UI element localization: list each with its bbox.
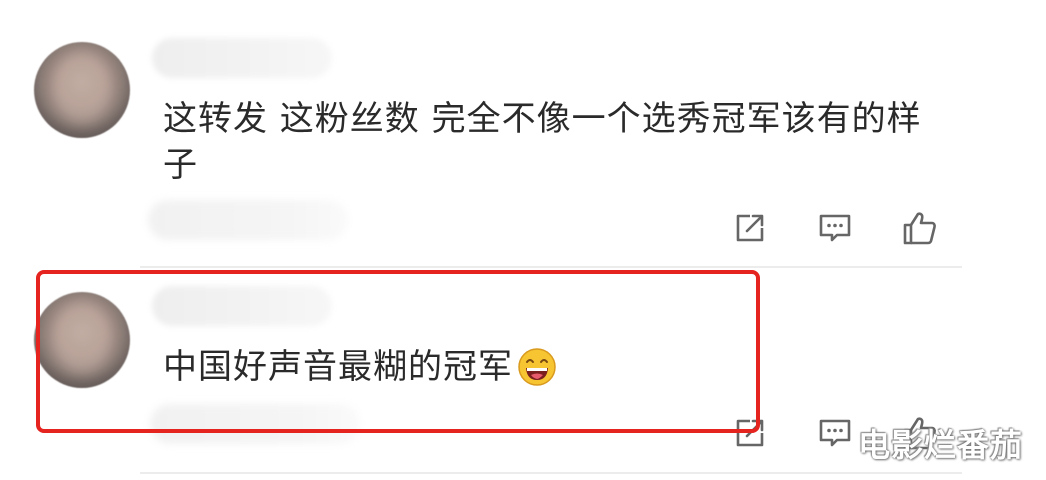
user-avatar[interactable] [34, 42, 130, 138]
user-avatar[interactable] [34, 292, 130, 388]
comment-text: 这转发 这粉丝数 完全不像一个选秀冠军该有的样子 [163, 99, 922, 185]
username-blurred[interactable] [152, 286, 332, 326]
comment-icon[interactable] [815, 413, 855, 453]
laughing-grin-emoji [518, 348, 556, 386]
comment-text-row: 中国好声音最糊的冠军 [163, 344, 923, 390]
like-icon[interactable] [900, 208, 940, 248]
share-icon[interactable] [730, 413, 770, 453]
comment-item-1: 这转发 这粉丝数 完全不像一个选秀冠军该有的样子 [0, 0, 1046, 268]
comment-text: 中国好声音最糊的冠军 [163, 347, 513, 387]
share-icon[interactable] [730, 208, 770, 248]
username-blurred[interactable] [152, 38, 332, 78]
comment-icon[interactable] [815, 208, 855, 248]
comment-meta-blurred [148, 200, 348, 240]
comment-actions [730, 208, 940, 248]
divider [140, 472, 962, 474]
watermark-text: 电影烂番茄 [858, 426, 1024, 464]
comment-meta-blurred [150, 404, 360, 444]
